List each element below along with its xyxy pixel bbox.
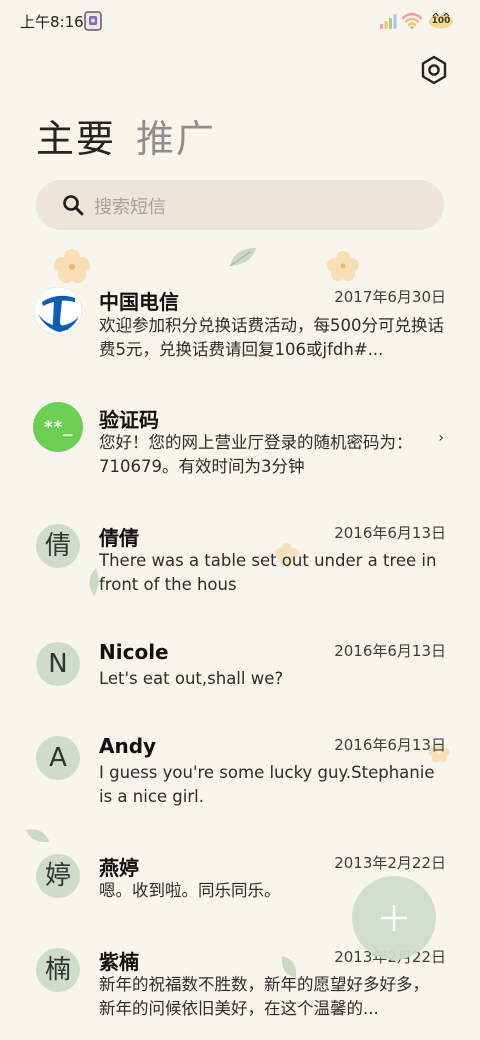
avatar bbox=[33, 286, 83, 336]
flower-decoration-icon bbox=[54, 249, 90, 283]
conversation-name: 紫楠 bbox=[99, 950, 139, 974]
plus-icon bbox=[380, 904, 408, 932]
avatar-text: **_ bbox=[43, 417, 73, 436]
conversation-item[interactable]: N Nicole 2016年6月13日 Let's eat out,shall … bbox=[0, 636, 480, 712]
settings-button[interactable] bbox=[418, 54, 450, 86]
conversation-name: 燕婷 bbox=[99, 856, 139, 880]
conversation-date: 2016年6月13日 bbox=[334, 736, 446, 754]
conversation-name: Andy bbox=[99, 734, 157, 758]
search-placeholder: 搜索短信 bbox=[94, 197, 166, 218]
conversation-item[interactable]: 倩 倩倩 2016年6月13日 There was a table set ou… bbox=[0, 518, 480, 614]
new-message-button[interactable] bbox=[352, 876, 436, 960]
signal-icon bbox=[380, 14, 397, 29]
conversation-preview: I guess you're some lucky guy.Stephanie … bbox=[99, 763, 435, 806]
conversation-item[interactable]: 中国电信 2017年6月30日 欢迎参加积分兑换话费活动，每500分可兑换话费5… bbox=[0, 280, 480, 376]
conversation-name: Nicole bbox=[99, 640, 169, 664]
avatar: **_ bbox=[33, 402, 83, 452]
battery-level: 100 bbox=[431, 16, 451, 26]
conversation-name: 验证码 bbox=[99, 408, 159, 432]
flower-decoration-icon bbox=[327, 251, 359, 281]
conversation-date: 2016年6月13日 bbox=[334, 642, 446, 660]
avatar: A bbox=[36, 736, 80, 780]
avatar: 楠 bbox=[36, 948, 80, 992]
wifi-icon bbox=[402, 12, 422, 29]
status-time: 上午8:16 bbox=[20, 13, 84, 31]
tab-promotions[interactable]: 推广 bbox=[136, 112, 216, 166]
conversation-date: 2013年2月22日 bbox=[334, 854, 446, 872]
conversation-name: 倩倩 bbox=[99, 526, 139, 550]
notification-app-icon bbox=[84, 11, 102, 31]
conversation-preview: 新年的祝福数不胜数，新年的愿望好多好多，新年的问候依旧美好，在这个温馨的... bbox=[99, 975, 429, 1018]
conversation-preview: 欢迎参加积分兑换话费活动，每500分可兑换话费5元，兑换话费请回复106或jfd… bbox=[99, 316, 444, 359]
search-bar[interactable]: 搜索短信 bbox=[36, 180, 444, 230]
china-telecom-logo bbox=[33, 286, 83, 336]
conversation-preview: There was a table set out under a tree i… bbox=[99, 551, 437, 594]
conversation-item[interactable]: A Andy 2016年6月13日 I guess you're some lu… bbox=[0, 732, 480, 828]
leaf-decoration-icon bbox=[229, 248, 256, 267]
conversation-preview: Let's eat out,shall we? bbox=[99, 669, 284, 688]
avatar: 婷 bbox=[36, 854, 80, 898]
conversation-date: 2016年6月13日 bbox=[334, 524, 446, 542]
avatar: N bbox=[36, 642, 80, 686]
status-bar: 上午8:16 100 bbox=[0, 0, 480, 42]
battery-icon: 100 bbox=[428, 13, 454, 29]
tab-primary[interactable]: 主要 bbox=[36, 112, 116, 166]
hexagon-settings-icon bbox=[421, 55, 447, 85]
conversation-item[interactable]: **_ 验证码 › 您好！您的网上营业厅登录的随机密码为：710679。有效时间… bbox=[0, 400, 480, 496]
avatar: 倩 bbox=[36, 524, 80, 568]
conversation-preview: 您好！您的网上营业厅登录的随机密码为：710679。有效时间为3分钟 bbox=[99, 433, 413, 476]
conversation-date: 2017年6月30日 bbox=[334, 288, 446, 306]
leaf-decoration-icon bbox=[26, 829, 50, 843]
conversation-name: 中国电信 bbox=[99, 290, 179, 314]
search-icon bbox=[63, 195, 84, 216]
